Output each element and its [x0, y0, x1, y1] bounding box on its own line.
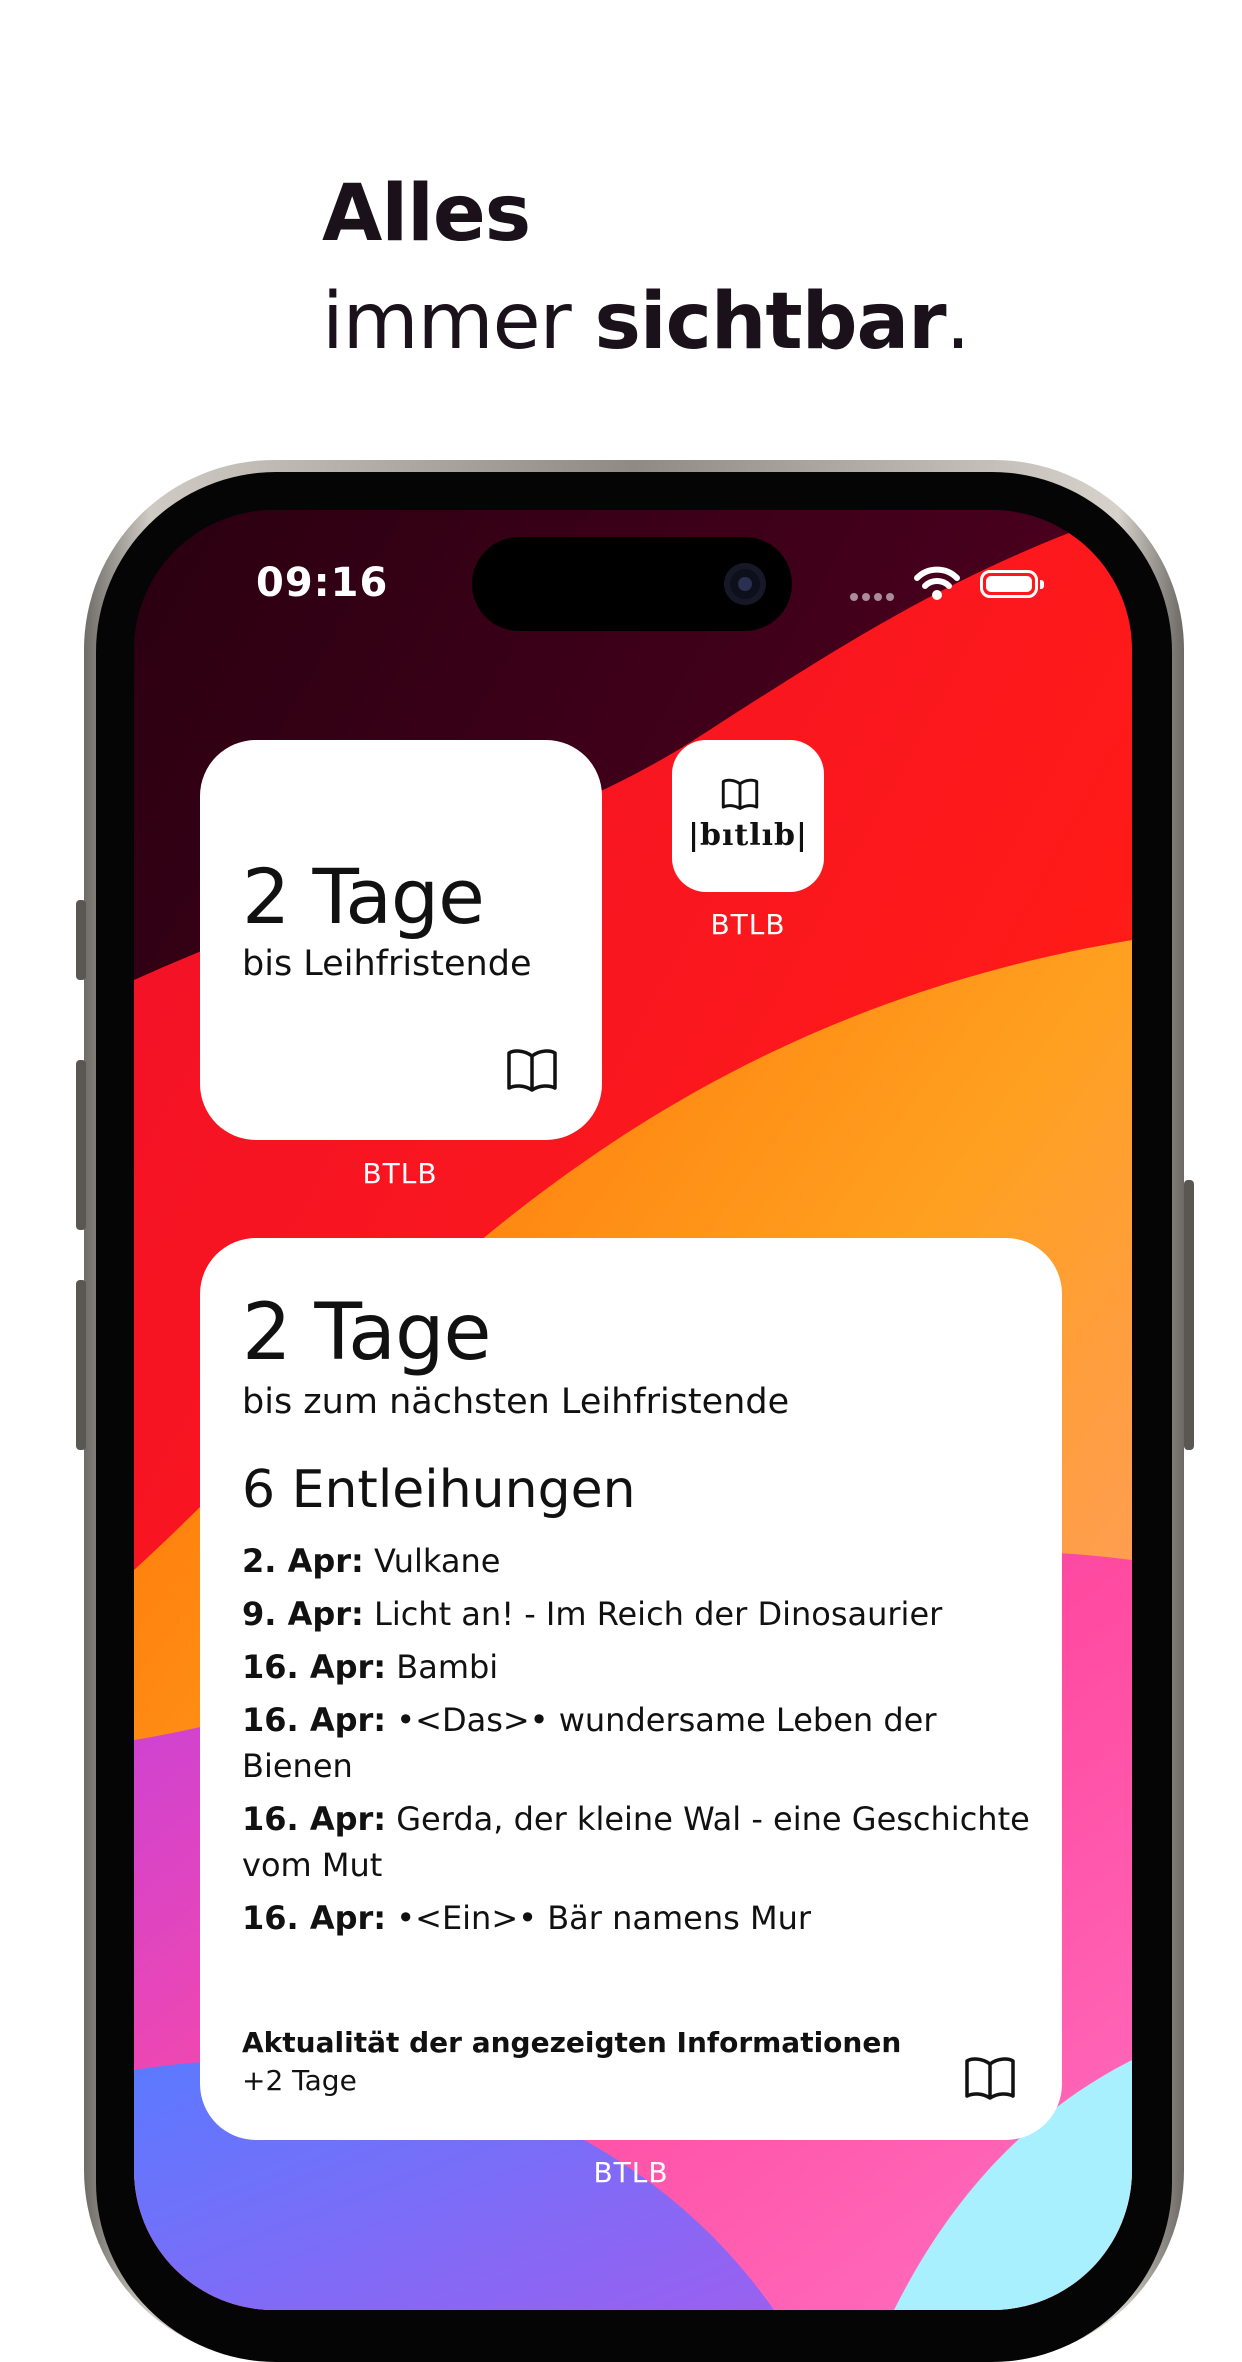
front-camera	[724, 563, 766, 605]
small-widget-label: BTLB	[362, 1157, 438, 1190]
side-button-action	[76, 900, 86, 980]
loan-title: Bambi	[386, 1648, 499, 1686]
side-button-power	[1184, 1180, 1194, 1450]
list-item: 9. Apr: Licht an! - Im Reich der Dinosau…	[242, 1591, 1032, 1637]
book-icon	[507, 1049, 557, 1092]
list-item: 2. Apr: Vulkane	[242, 1538, 1032, 1584]
list-item: 16. Apr: Gerda, der kleine Wal - eine Ge…	[242, 1796, 1032, 1888]
headline: Alles immer sichtbar.	[322, 160, 971, 376]
book-icon	[965, 2057, 1015, 2100]
loan-list: 2. Apr: Vulkane 9. Apr: Licht an! - Im R…	[242, 1538, 1032, 1948]
loan-title: •<Ein>• Bär namens Mur	[386, 1899, 811, 1937]
loan-date: 9. Apr:	[242, 1595, 364, 1633]
btlb-app-icon[interactable]: |bıtlıb|	[672, 740, 824, 892]
wifi-icon	[914, 566, 960, 600]
loan-title: Vulkane	[363, 1542, 501, 1580]
large-widget-subtitle: bis zum nächsten Leihfristende	[242, 1382, 790, 1422]
loan-count: 6 Entleihungen	[242, 1460, 636, 1520]
loan-date: 16. Apr:	[242, 1800, 387, 1838]
side-button-volume-up	[76, 1060, 86, 1230]
small-widget-subtitle: bis Leihfristende	[242, 944, 532, 984]
large-widget-days: 2 Tage	[242, 1288, 491, 1378]
large-widget[interactable]: 2 Tage bis zum nächsten Leihfristende 6 …	[200, 1238, 1062, 2140]
small-widget[interactable]: 2 Tage bis Leihfristende	[200, 740, 602, 1140]
dynamic-island	[472, 537, 792, 631]
loan-title: Licht an! - Im Reich der Dinosaurier	[363, 1595, 943, 1633]
list-item: 16. Apr: •<Ein>• Bär namens Mur	[242, 1895, 1032, 1941]
headline-line-2-light: immer	[322, 277, 595, 367]
loan-date: 2. Apr:	[242, 1542, 364, 1580]
app-icon-label: BTLB	[710, 908, 786, 941]
headline-line-2: immer sichtbar.	[322, 268, 971, 376]
loan-date: 16. Apr:	[242, 1899, 387, 1937]
list-item: 16. Apr: Bambi	[242, 1644, 1032, 1690]
small-widget-days: 2 Tage	[242, 852, 485, 941]
cellular-signal-icon	[850, 588, 898, 606]
footer-value: +2 Tage	[242, 2064, 357, 2097]
large-widget-label: BTLB	[593, 2156, 669, 2189]
loan-date: 16. Apr:	[242, 1701, 387, 1739]
headline-line-1: Alles	[322, 169, 531, 259]
headline-line-2-end: .	[945, 277, 971, 367]
footer-title: Aktualität der angezeigten Informationen	[242, 2026, 902, 2059]
list-item: 16. Apr: •<Das>• wundersame Leben der Bi…	[242, 1697, 1032, 1789]
headline-line-2-bold: sichtbar	[594, 277, 946, 367]
battery-icon	[980, 570, 1044, 598]
loan-date: 16. Apr:	[242, 1648, 387, 1686]
app-logo-text: |bıtlıb|	[688, 818, 808, 853]
book-icon	[721, 778, 759, 810]
side-button-volume-down	[76, 1280, 86, 1450]
status-time: 09:16	[256, 560, 389, 606]
